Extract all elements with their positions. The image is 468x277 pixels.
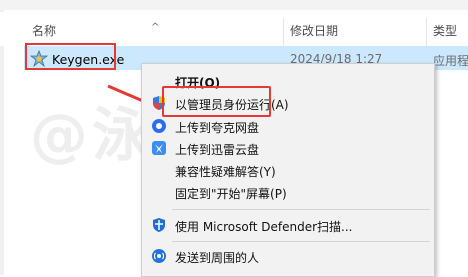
menu-item-compatibility[interactable]: 兼容性疑难解答(Y) [142, 159, 434, 181]
menu-item-defender-scan[interactable]: 使用 Microsoft Defender扫描... [142, 214, 434, 236]
menu-item-label: 上传到迅雷云盘 [175, 143, 260, 157]
menu-item-label: 固定到"开始"屏幕(P) [175, 187, 287, 201]
quark-icon [152, 119, 166, 133]
menu-item-label: 上传到夸克网盘 [175, 121, 260, 135]
column-divider[interactable] [283, 18, 284, 48]
menu-item-nearby-share[interactable]: 发送到周围的人 [142, 245, 434, 267]
menu-item-pin-start[interactable]: 固定到"开始"屏幕(P) [142, 181, 434, 203]
menu-item-label: 发送到周围的人 [175, 251, 260, 265]
file-type: 应用程 [433, 54, 468, 68]
thunder-icon [152, 141, 166, 155]
share-icon [152, 249, 166, 263]
menu-item-upload-quark[interactable]: 上传到夸克网盘 [142, 115, 434, 137]
column-name[interactable]: 名称 [32, 22, 56, 39]
column-date[interactable]: 修改日期 [290, 22, 338, 39]
top-strip [0, 0, 468, 10]
menu-item-label: 兼容性疑难解答(Y) [175, 165, 276, 179]
menu-separator [172, 241, 430, 242]
column-divider[interactable] [426, 18, 427, 48]
highlight-box-run-as-admin [162, 86, 271, 117]
defender-icon [153, 218, 165, 232]
column-header: 名称 ^ 修改日期 类型 [0, 12, 468, 48]
sort-caret-icon: ^ [151, 22, 160, 33]
highlight-box-filename [25, 43, 116, 70]
menu-item-label: 使用 Microsoft Defender扫描... [175, 220, 353, 234]
menu-separator [172, 209, 430, 210]
column-type[interactable]: 类型 [433, 22, 457, 39]
menu-item-upload-thunder[interactable]: 上传到迅雷云盘 [142, 137, 434, 159]
nav-pane-edge [0, 10, 4, 275]
